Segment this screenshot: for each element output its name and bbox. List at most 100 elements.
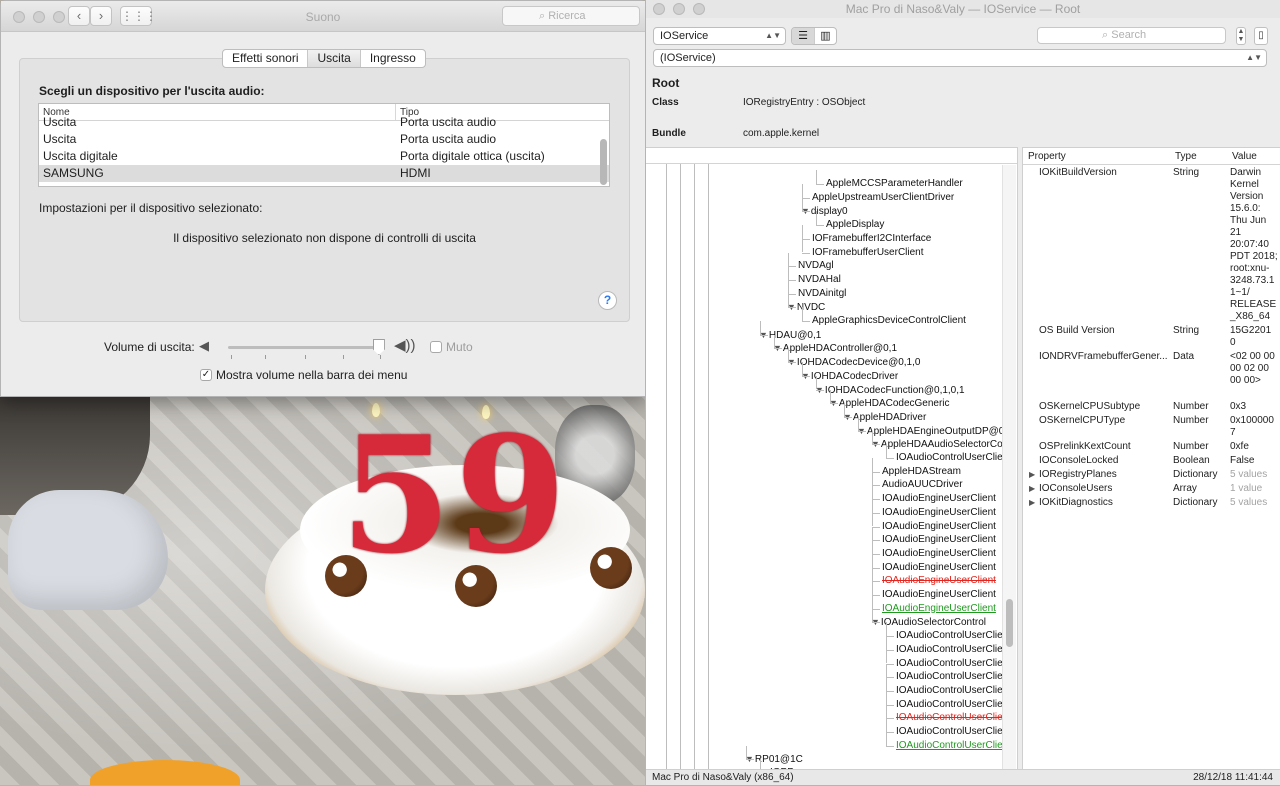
tree-node[interactable]: ▼AppleHDAEngineOutputDP@0...	[857, 424, 1013, 438]
entry-info: Root Class IORegistryEntry : OSObject Bu…	[646, 70, 1280, 146]
tree-node[interactable]: IOAudioEngineUserClient	[882, 506, 996, 520]
candle-digit-five: 5	[340, 401, 452, 589]
sidebar-toggle-icon[interactable]: ▯	[1254, 27, 1268, 45]
tree-node[interactable]: IOAudioControlUserClient	[896, 725, 1011, 739]
tree-node[interactable]: IOAudioControlUserClient	[896, 643, 1011, 657]
tree-node[interactable]: IOAudioEngineUserClient	[882, 547, 996, 561]
tree-node[interactable]: IOAudioControlUserClient	[896, 739, 1011, 753]
tree-node[interactable]: ▼IOHDACodecDevice@0,1,0	[787, 355, 920, 369]
tree-node[interactable]: IOAudioEngineUserClient	[882, 574, 996, 588]
tree-node[interactable]: IOFramebufferUserClient	[812, 246, 924, 260]
column-view-icon[interactable]: ▥	[814, 28, 836, 44]
tree-node[interactable]: ▼AppleHDADriver	[843, 410, 926, 424]
tree-node[interactable]: IOAudioControlUserClient	[896, 451, 1011, 465]
tree-node[interactable]: AppleDisplay	[826, 218, 884, 232]
tree-scrollbar[interactable]	[1002, 165, 1016, 769]
table-row[interactable]: Uscita digitale Porta digitale ottica (u…	[39, 148, 609, 165]
list-view-icon[interactable]: ☰	[792, 28, 814, 44]
disclosure-triangle-icon[interactable]: ▶	[1029, 483, 1035, 495]
sound-tabs: Effetti sonori Uscita Ingresso	[222, 49, 426, 68]
tab-ingresso[interactable]: Ingresso	[359, 50, 425, 67]
properties-header: Property Type Value	[1023, 148, 1280, 165]
tree-node[interactable]: AppleHDAStream	[882, 465, 961, 479]
property-name: IOConsoleLocked	[1039, 455, 1119, 466]
sound-preferences-window: ‹ › ⋮⋮⋮ Suono ⌕ Ricerca Effetti sonori U…	[0, 0, 646, 397]
registry-tree-pane[interactable]: AppleMCCSParameterHandler AppleUpstreamUs…	[646, 147, 1017, 769]
disclosure-triangle-icon[interactable]: ▶	[1029, 469, 1035, 481]
disclosure-triangle-icon[interactable]: ▶	[1029, 497, 1035, 509]
tree-node[interactable]: AppleUpstreamUserClientDriver	[812, 191, 954, 205]
tree-node[interactable]: AppleMCCSParameterHandler	[826, 177, 963, 191]
tree-node[interactable]: IOAudioEngineUserClient	[882, 588, 996, 602]
tree-node[interactable]: IOAudioEngineUserClient	[882, 533, 996, 547]
table-row-selected[interactable]: SAMSUNG HDMI	[39, 165, 609, 182]
tree-node[interactable]: IOAudioEngineUserClient	[882, 492, 996, 506]
search-stepper[interactable]: ▲ ▼	[1236, 27, 1246, 45]
tree-connector	[746, 759, 754, 761]
column-header-value[interactable]: Value	[1232, 151, 1257, 162]
bundle-label: Bundle	[652, 128, 686, 139]
volume-slider[interactable]	[228, 346, 382, 349]
plane-popup[interactable]: IOService ▲▼	[653, 27, 786, 45]
tree-node[interactable]: ▼IOHDACodecFunction@0,1,0,1	[815, 383, 965, 397]
search-field[interactable]: ⌕ Ricerca	[502, 6, 640, 26]
property-value: 0x3	[1230, 401, 1247, 412]
volume-slider-knob[interactable]	[372, 339, 385, 355]
ioreg-search-field[interactable]: ⌕ Search	[1037, 27, 1226, 44]
mute-checkbox[interactable]	[430, 341, 442, 353]
tree-node[interactable]: ▼AppleHDAAudioSelectorCo...	[871, 437, 1011, 451]
menu-bar-volume-checkbox[interactable]: ✓	[200, 369, 212, 381]
tree-connector	[886, 677, 887, 691]
table-row[interactable]: Uscita Porta uscita audio	[39, 114, 609, 131]
tree-node[interactable]: IOAudioEngineUserClient	[882, 561, 996, 575]
photo-chocolate	[590, 547, 632, 589]
property-row[interactable]: OSPrelinkKextCount Number 0xfe	[1023, 441, 1280, 455]
tree-connector	[802, 225, 803, 239]
tree-node[interactable]: IOAudioControlUserClient	[896, 629, 1011, 643]
column-header-type[interactable]: Type	[1175, 151, 1197, 162]
properties-pane[interactable]: Property Type Value IOKitBuildVersion Str…	[1023, 147, 1280, 769]
property-row[interactable]: OS Build Version String 15G2201 0	[1023, 325, 1280, 351]
property-row[interactable]: IONDRVFramebufferGener... Data <02 00 00 0…	[1023, 351, 1280, 401]
tree-connector	[802, 211, 810, 213]
tree-node[interactable]: NVDAinitgl	[798, 287, 846, 301]
tree-node[interactable]: ▼HDAU@0,1	[759, 328, 821, 342]
property-row[interactable]: ▶ IOConsoleUsers Array 1 value	[1023, 483, 1280, 497]
tree-node[interactable]: IOAudioControlUserClient	[896, 657, 1011, 671]
tree-node[interactable]: IOAudioControlUserClient	[896, 684, 1011, 698]
tree-node[interactable]: IOAudioControlUserClient	[896, 711, 1011, 725]
property-row[interactable]: OSKernelCPUSubtype Number 0x3	[1023, 401, 1280, 415]
ioreg-titlebar[interactable]: Mac Pro di Naso&Valy — IOService — Root	[646, 0, 1280, 18]
tree-node[interactable]: ▼AppleHDAController@0,1	[773, 341, 897, 355]
tree-node[interactable]: ▼AppleHDACodecGeneric	[829, 396, 950, 410]
path-popup[interactable]: (IOService) ▲▼	[653, 49, 1267, 67]
scrollbar-thumb[interactable]	[1006, 599, 1013, 647]
tree-node[interactable]: IOFramebufferI2CInterface	[812, 232, 931, 246]
tree-node[interactable]: AudioAUUCDriver	[882, 478, 963, 492]
tree-node[interactable]: IOAudioControlUserClient	[896, 670, 1011, 684]
tree-node[interactable]: AppleGraphicsDeviceControlClient	[812, 314, 966, 328]
tree-node[interactable]: IOAudioEngineUserClient	[882, 602, 996, 616]
property-row[interactable]: OSKernelCPUType Number 0x1000007	[1023, 415, 1280, 441]
tab-uscita[interactable]: Uscita	[307, 50, 360, 67]
property-row[interactable]: ▶ IOKitDiagnostics Dictionary 5 values	[1023, 497, 1280, 511]
no-controls-message: Il dispositivo selezionato non dispone d…	[173, 231, 476, 245]
table-row[interactable]: Uscita Porta uscita audio	[39, 131, 609, 148]
class-value: IORegistryEntry : OSObject	[743, 97, 866, 108]
tree-node[interactable]: IOAudioControlUserClient	[896, 698, 1011, 712]
tree-node[interactable]: NVDAgl	[798, 259, 834, 273]
property-row[interactable]: IOConsoleLocked Boolean False	[1023, 455, 1280, 469]
tree-node[interactable]: IOAudioEngineUserClient	[882, 520, 996, 534]
search-icon: ⌕	[1102, 29, 1109, 41]
tree-node[interactable]: ▼IOAudioSelectorControl	[871, 615, 986, 629]
table-scrollbar[interactable]	[599, 122, 607, 185]
column-header-property[interactable]: Property	[1028, 151, 1066, 162]
tab-effetti-sonori[interactable]: Effetti sonori	[223, 50, 307, 67]
help-button[interactable]: ?	[598, 291, 617, 310]
property-row[interactable]: ▶ IORegistryPlanes Dictionary 5 values	[1023, 469, 1280, 483]
sound-titlebar[interactable]: ‹ › ⋮⋮⋮ Suono ⌕ Ricerca	[1, 1, 645, 32]
property-row[interactable]: IOKitBuildVersion String Darwin Kernel Ver…	[1023, 167, 1280, 325]
output-device-table[interactable]: Nome Tipo Uscita Porta uscita audio Usci…	[38, 103, 610, 187]
tree-node[interactable]: NVDAHal	[798, 273, 841, 287]
scrollbar-thumb[interactable]	[600, 139, 607, 185]
